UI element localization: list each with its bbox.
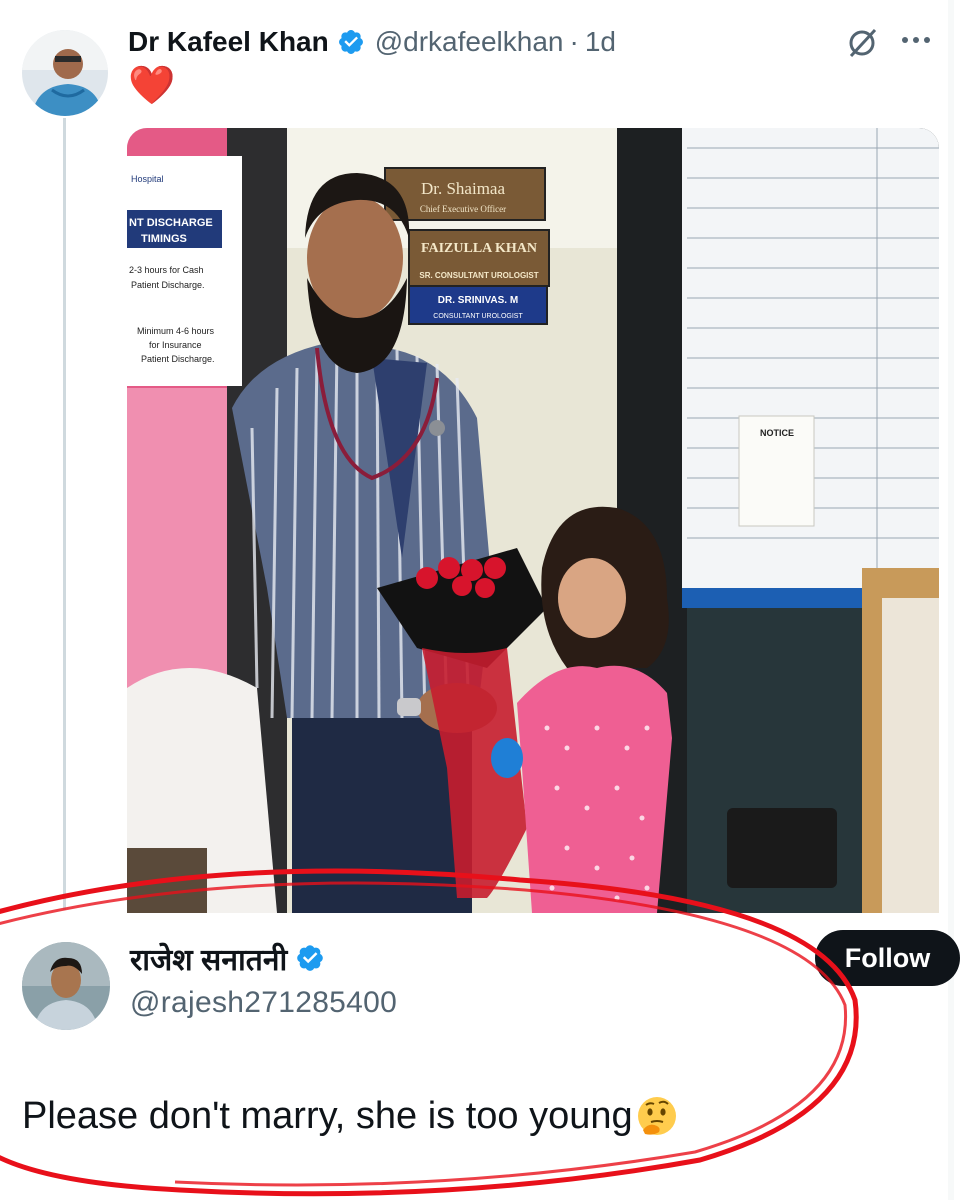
verified-badge-icon [295, 943, 325, 973]
door-sign-1-sub: Chief Executive Officer [420, 204, 506, 214]
author-name[interactable]: Dr Kafeel Khan [128, 26, 329, 58]
tweet-header: Dr Kafeel Khan @drkafeelkhan · 1d [128, 22, 616, 62]
reply-header: राजेश सनातनी [130, 936, 325, 980]
author-handle[interactable]: @drkafeelkhan [375, 26, 564, 58]
poster-line-1: 2-3 hours for Cash [129, 265, 204, 275]
reply-author-avatar[interactable] [22, 942, 110, 1030]
door-sign-1: Dr. Shaimaa [421, 179, 505, 198]
more-options-icon[interactable] [902, 30, 936, 50]
verified-badge-icon [337, 28, 365, 56]
author-avatar[interactable] [22, 30, 108, 116]
poster-title-1: NT DISCHARGE [129, 217, 213, 229]
door-sign-2: FAIZULLA KHAN [421, 241, 537, 256]
poster-line-5: Patient Discharge. [141, 354, 215, 364]
reply-author-name[interactable]: राजेश सनातनी [130, 938, 287, 979]
heart-emoji: ❤️ [128, 65, 176, 107]
follow-button[interactable]: Follow [815, 930, 960, 986]
reply-text: Please don't marry, she is too young [22, 1095, 633, 1137]
door-sign-2-sub: SR. CONSULTANT UROLOGIST [419, 271, 538, 280]
door-sign-3-sub: CONSULTANT UROLOGIST [433, 313, 523, 320]
poster-line-2: Patient Discharge. [131, 280, 205, 290]
door-sign-3: DR. SRINIVAS. M [438, 295, 518, 306]
poster-title-2: TIMINGS [141, 233, 187, 245]
tweet-photo[interactable]: NOTICE Hospital NT DISCHARGE TIMINGS 2-3… [127, 128, 939, 913]
thread-connector-line [63, 118, 66, 910]
tweet-age[interactable]: 1d [585, 26, 616, 58]
notice-title: NOTICE [760, 428, 794, 438]
grok-icon[interactable] [845, 26, 879, 60]
reply-text-row: Please don't marry, she is too young [22, 1092, 679, 1140]
poster-hospital: Hospital [131, 174, 164, 184]
thinking-face-icon [635, 1094, 679, 1138]
separator-dot: · [569, 26, 579, 57]
poster-line-4: for Insurance [149, 340, 202, 350]
poster-line-3: Minimum 4-6 hours [137, 326, 215, 336]
reply-author-handle[interactable]: @rajesh271285400 [130, 986, 397, 1020]
scrollbar-track[interactable] [948, 0, 954, 1200]
